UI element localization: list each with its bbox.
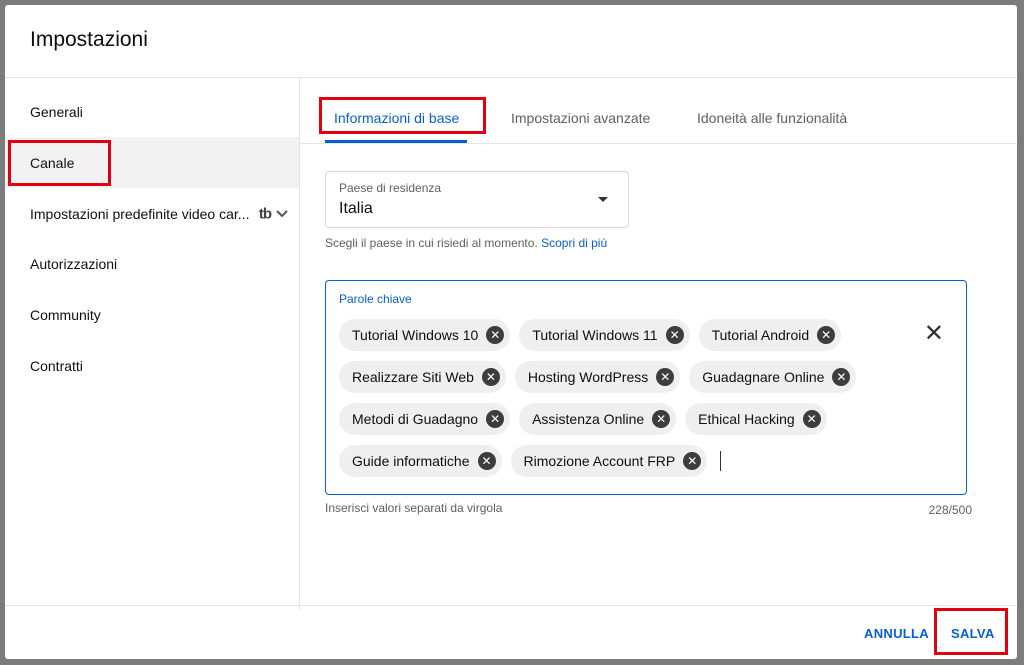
keyword-chips: Tutorial Windows 10 ✕ Tutorial Windows 11… (339, 318, 909, 486)
sidebar-item-label: Contratti (30, 357, 83, 374)
remove-chip-icon[interactable]: ✕ (832, 368, 851, 386)
sidebar-item-extra: tb (259, 205, 289, 222)
keyword-chip: Realizzare Siti Web ✕ (339, 361, 506, 393)
keyword-chip: Guide informatiche ✕ (339, 445, 502, 477)
settings-dialog: Impostazioni Generali Canale Impostazion… (5, 5, 1017, 659)
chip-row: Tutorial Windows 10 ✕ Tutorial Windows 11… (339, 318, 909, 352)
dialog-footer: ANNULLA SALVA (5, 605, 1017, 659)
chip-label: Tutorial Windows 11 (532, 327, 658, 343)
clear-all-icon[interactable]: ✕ (924, 322, 944, 346)
save-button[interactable]: SALVA (951, 626, 995, 641)
chip-row: Realizzare Siti Web ✕ Hosting WordPress ✕ … (339, 360, 909, 394)
keywords-field[interactable]: Parole chiave Tutorial Windows 10 ✕ Tutor… (325, 280, 967, 495)
cancel-button[interactable]: ANNULLA (864, 626, 929, 641)
chip-row: Guide informatiche ✕ Rimozione Account FR… (339, 444, 909, 478)
dialog-title: Impostazioni (30, 28, 148, 51)
tab-bar: Informazioni di base Impostazioni avanza… (300, 78, 1017, 144)
active-tab-indicator (325, 140, 467, 143)
keyword-chip: Hosting WordPress ✕ (514, 361, 681, 393)
keyword-chip: Assistenza Online ✕ (519, 403, 677, 435)
remove-chip-icon[interactable]: ✕ (652, 410, 671, 428)
remove-chip-icon[interactable]: ✕ (817, 326, 836, 344)
keywords-char-count: 228/500 (928, 503, 972, 517)
chip-label: Realizzare Siti Web (352, 369, 474, 385)
keyword-chip: Guadagnare Online ✕ (689, 361, 857, 393)
sidebar-item-label: Community (30, 306, 101, 323)
keyword-chip: Ethical Hacking ✕ (685, 403, 827, 435)
chip-label: Tutorial Windows 10 (352, 327, 479, 343)
main-panel: Informazioni di base Impostazioni avanza… (300, 78, 1017, 610)
chevron-down-icon[interactable] (275, 207, 289, 221)
learn-more-link[interactable]: Scopri di più (541, 236, 607, 250)
chip-label: Guadagnare Online (702, 369, 825, 385)
keyword-chip: Metodi di Guadagno ✕ (339, 403, 511, 435)
dialog-header: Impostazioni (5, 5, 1017, 78)
keywords-helper-text: Inserisci valori separati da virgola (325, 501, 503, 515)
keyword-chip: Rimozione Account FRP ✕ (510, 445, 708, 477)
tab-informazioni-di-base[interactable]: Informazioni di base (334, 110, 459, 126)
chip-label: Assistenza Online (532, 411, 645, 427)
sidebar-item-contratti[interactable]: Contratti (5, 340, 299, 391)
text-cursor (720, 451, 722, 471)
tab-impostazioni-avanzate[interactable]: Impostazioni avanzate (511, 110, 650, 126)
sidebar-item-label: Autorizzazioni (30, 255, 118, 272)
chip-label: Hosting WordPress (527, 369, 649, 385)
remove-chip-icon[interactable]: ✕ (656, 368, 675, 386)
country-helper: Scegli il paese in cui risiedi al moment… (325, 236, 538, 250)
keywords-label: Parole chiave (339, 292, 412, 306)
chip-row: Metodi di Guadagno ✕ Assistenza Online ✕ E… (339, 402, 909, 436)
remove-chip-icon[interactable]: ✕ (802, 410, 821, 428)
remove-chip-icon[interactable]: ✕ (481, 368, 500, 386)
country-select-label: Paese di residenza (339, 181, 442, 195)
chip-label: Tutorial Android (711, 327, 810, 343)
sidebar-item-canale[interactable]: Canale (5, 137, 299, 188)
sidebar-item-impostazioni-predefinite[interactable]: Impostazioni predefinite video car... tb (5, 188, 299, 239)
remove-chip-icon[interactable]: ✕ (477, 452, 496, 470)
keyword-chip: Tutorial Windows 10 ✕ (339, 319, 511, 351)
sidebar-item-label: Impostazioni predefinite video car... (30, 205, 250, 222)
remove-chip-icon[interactable]: ✕ (486, 326, 505, 344)
country-select[interactable]: Paese di residenza Italia (325, 171, 629, 228)
tab-idoneita-funzionalita[interactable]: Idoneità alle funzionalità (697, 110, 847, 126)
chip-label: Guide informatiche (352, 453, 470, 469)
chip-label: Rimozione Account FRP (523, 453, 676, 469)
sidebar-item-community[interactable]: Community (5, 289, 299, 340)
sidebar-item-autorizzazioni[interactable]: Autorizzazioni (5, 238, 299, 289)
settings-sidebar: Generali Canale Impostazioni predefinite… (5, 78, 300, 610)
country-helper-text: Scegli il paese in cui risiedi al moment… (325, 236, 607, 250)
sidebar-item-label: Generali (30, 103, 83, 120)
keyword-chip: Tutorial Android ✕ (698, 319, 842, 351)
dropdown-arrow-icon (598, 197, 608, 202)
chip-label: Metodi di Guadagno (352, 411, 479, 427)
sidebar-item-generali[interactable]: Generali (5, 86, 299, 137)
remove-chip-icon[interactable]: ✕ (683, 452, 702, 470)
remove-chip-icon[interactable]: ✕ (486, 410, 505, 428)
sidebar-item-label: Canale (30, 154, 75, 171)
remove-chip-icon[interactable]: ✕ (665, 326, 684, 344)
tubebuddy-icon: tb (258, 205, 272, 222)
country-select-value: Italia (339, 200, 373, 217)
chip-label: Ethical Hacking (698, 411, 795, 427)
keyword-chip: Tutorial Windows 11 ✕ (519, 319, 690, 351)
